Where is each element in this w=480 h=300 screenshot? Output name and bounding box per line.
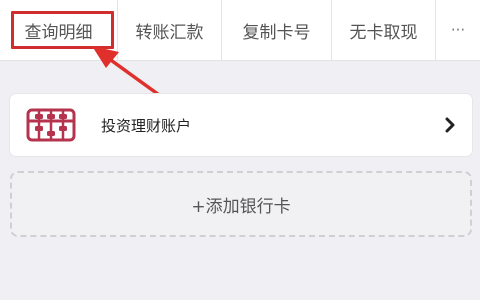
action-cardless-withdrawal[interactable]: 无卡取现	[332, 0, 436, 60]
action-more-button[interactable]: ···	[436, 0, 480, 60]
action-transfer[interactable]: 转账汇款	[118, 0, 222, 60]
more-icon: ···	[450, 21, 466, 39]
add-bank-card-button[interactable]: +添加银行卡	[10, 171, 472, 237]
add-bank-card-label: +添加银行卡	[191, 196, 291, 217]
action-copy-card-number-label: 复制卡号	[242, 22, 311, 43]
action-transfer-label: 转账汇款	[135, 22, 204, 43]
bank-card-page: 查询明细 转账汇款 复制卡号 无卡取现 ··· 投资理财账户 +添加银行卡	[0, 0, 480, 300]
account-label: 投资理财账户	[101, 116, 192, 135]
action-copy-card-number[interactable]: 复制卡号	[222, 0, 332, 60]
investment-account-card[interactable]: 投资理财账户	[10, 94, 472, 156]
chevron-right-icon	[440, 115, 460, 135]
action-cardless-withdrawal-label: 无卡取现	[349, 22, 418, 43]
highlight-box	[11, 11, 114, 49]
abacus-icon	[25, 107, 77, 143]
